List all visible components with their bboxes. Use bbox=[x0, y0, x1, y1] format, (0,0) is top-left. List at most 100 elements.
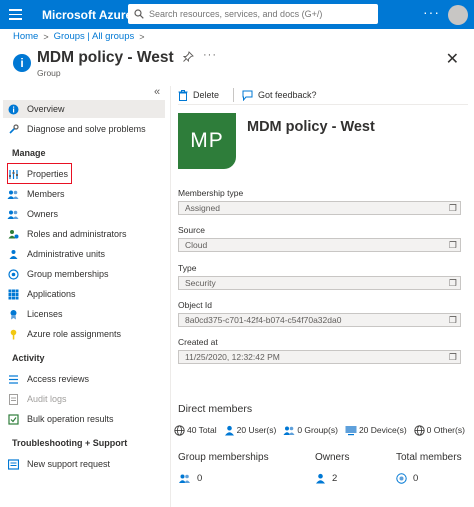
search-input[interactable] bbox=[149, 9, 369, 19]
object-id-field[interactable]: 8a0cd375-c701-42f4-b074-c54f70a32da0 ❐ bbox=[178, 313, 461, 327]
sidebar-item-new-support-request[interactable]: New support request bbox=[7, 455, 165, 473]
delete-button[interactable]: Delete bbox=[178, 89, 220, 101]
header-more-icon[interactable]: ··· bbox=[203, 49, 217, 61]
created-at-label: Created at bbox=[178, 337, 218, 347]
total-members-icon bbox=[396, 473, 407, 484]
source-label: Source bbox=[178, 225, 205, 235]
sidebar-item-licenses[interactable]: Licenses bbox=[7, 305, 165, 323]
sidebar-item-admin-units[interactable]: Administrative units bbox=[7, 245, 165, 263]
breadcrumb-groups[interactable]: Groups | All groups bbox=[54, 31, 135, 42]
info-icon bbox=[7, 103, 19, 115]
sidebar-item-label: Access reviews bbox=[27, 374, 90, 384]
globe-icon bbox=[174, 424, 185, 436]
sidebar-item-label: Diagnose and solve problems bbox=[27, 124, 146, 134]
sidebar: « Overview Diagnose and solve problems M… bbox=[0, 86, 168, 507]
delete-label: Delete bbox=[193, 90, 220, 100]
collapse-sidebar-icon[interactable]: « bbox=[154, 86, 160, 98]
copy-icon[interactable]: ❐ bbox=[449, 240, 457, 251]
section-troubleshooting: Troubleshooting + Support bbox=[12, 438, 128, 448]
sidebar-item-label: Bulk operation results bbox=[27, 414, 114, 424]
sidebar-item-audit-logs[interactable]: Audit logs bbox=[7, 390, 165, 408]
sidebar-item-group-memberships[interactable]: Group memberships bbox=[7, 265, 165, 283]
access-reviews-icon bbox=[7, 373, 19, 385]
sidebar-item-applications[interactable]: Applications bbox=[7, 285, 165, 303]
search-icon bbox=[134, 9, 144, 19]
count-others-text: 0 Other(s) bbox=[426, 425, 465, 435]
membership-type-field[interactable]: Assigned ❐ bbox=[178, 201, 461, 215]
global-search[interactable] bbox=[128, 4, 378, 24]
sidebar-item-diagnose[interactable]: Diagnose and solve problems bbox=[7, 120, 165, 138]
sidebar-item-members[interactable]: Members bbox=[7, 185, 165, 203]
copy-icon[interactable]: ❐ bbox=[449, 203, 457, 214]
created-at-field[interactable]: 11/25/2020, 12:32:42 PM ❐ bbox=[178, 350, 461, 364]
count-others[interactable]: 0 Other(s) bbox=[414, 424, 465, 436]
count-users[interactable]: 20 User(s) bbox=[224, 425, 276, 436]
sidebar-item-label: Roles and administrators bbox=[27, 229, 127, 239]
section-activity: Activity bbox=[12, 353, 45, 363]
account-avatar[interactable] bbox=[448, 5, 468, 25]
sidebar-item-access-reviews[interactable]: Access reviews bbox=[7, 370, 165, 388]
sidebar-item-label: Licenses bbox=[27, 309, 63, 319]
object-id-value: 8a0cd375-c701-42f4-b074-c54f70a32da0 bbox=[185, 315, 342, 325]
sidebar-item-label: Applications bbox=[27, 289, 76, 299]
membership-type-label: Membership type bbox=[178, 188, 244, 198]
key-icon bbox=[7, 328, 19, 340]
sidebar-item-label: Audit logs bbox=[27, 394, 67, 404]
more-options-icon[interactable]: ··· bbox=[423, 4, 440, 20]
azure-top-bar: Microsoft Azure ··· bbox=[0, 0, 474, 29]
user-icon bbox=[316, 473, 325, 484]
sidebar-item-roles[interactable]: Roles and administrators bbox=[7, 225, 165, 243]
created-at-value: 11/25/2020, 12:32:42 PM bbox=[185, 352, 280, 362]
count-total[interactable]: 40 Total bbox=[174, 424, 217, 436]
portal-brand[interactable]: Microsoft Azure bbox=[42, 8, 132, 22]
licenses-icon bbox=[7, 308, 19, 320]
source-field[interactable]: Cloud ❐ bbox=[178, 238, 461, 252]
sidebar-item-label: New support request bbox=[27, 459, 111, 469]
trash-icon bbox=[178, 89, 188, 101]
members-icon bbox=[7, 188, 19, 200]
applications-icon bbox=[7, 288, 19, 300]
sidebar-item-label: Administrative units bbox=[27, 249, 106, 259]
command-bar: Delete Got feedback? bbox=[178, 86, 468, 104]
count-groups[interactable]: 0 Group(s) bbox=[283, 425, 338, 436]
feedback-icon bbox=[242, 90, 253, 101]
sidebar-item-label: Group memberships bbox=[27, 269, 109, 279]
sidebar-item-bulk-operation-results[interactable]: Bulk operation results bbox=[7, 410, 165, 428]
page-header: i MDM policy - West Group ··· ✕ bbox=[13, 49, 463, 81]
count-devices-text: 20 Device(s) bbox=[358, 425, 407, 435]
count-devices[interactable]: 20 Device(s) bbox=[345, 425, 407, 436]
sidebar-item-label: Overview bbox=[27, 104, 65, 114]
stat-owners[interactable]: Owners 2 bbox=[315, 452, 349, 484]
copy-icon[interactable]: ❐ bbox=[449, 278, 457, 289]
count-groups-text: 0 Group(s) bbox=[297, 425, 338, 435]
group-name: MDM policy - West bbox=[247, 119, 375, 135]
owners-icon bbox=[7, 208, 19, 220]
group-initials-tile: MP bbox=[178, 113, 236, 169]
breadcrumb-home[interactable]: Home bbox=[13, 31, 38, 42]
pin-icon[interactable] bbox=[183, 51, 194, 62]
stat-value: 0 bbox=[197, 473, 203, 484]
close-icon[interactable]: ✕ bbox=[446, 49, 459, 69]
group-memberships-icon bbox=[7, 268, 19, 280]
group-info-icon: i bbox=[13, 54, 31, 72]
copy-icon[interactable]: ❐ bbox=[449, 315, 457, 326]
sidebar-item-azure-role-assignments[interactable]: Azure role assignments bbox=[7, 325, 165, 343]
sidebar-item-label: Owners bbox=[27, 209, 59, 219]
sidebar-item-label: Members bbox=[27, 189, 65, 199]
hamburger-menu-icon[interactable] bbox=[0, 0, 30, 29]
properties-highlight-box bbox=[7, 163, 72, 184]
breadcrumb-separator-icon: > bbox=[139, 31, 145, 42]
copy-icon[interactable]: ❐ bbox=[449, 352, 457, 363]
type-field[interactable]: Security ❐ bbox=[178, 276, 461, 290]
support-icon bbox=[7, 458, 19, 470]
roles-icon bbox=[7, 228, 19, 240]
feedback-button[interactable]: Got feedback? bbox=[242, 90, 317, 101]
object-id-label: Object Id bbox=[178, 300, 213, 310]
stat-label: Owners bbox=[315, 452, 350, 463]
sidebar-item-overview[interactable]: Overview bbox=[3, 100, 165, 118]
stat-group-memberships[interactable]: Group memberships 0 bbox=[178, 452, 269, 484]
stat-total-members[interactable]: Total members 0 bbox=[396, 452, 462, 484]
globe-icon bbox=[414, 424, 425, 436]
sidebar-item-owners[interactable]: Owners bbox=[7, 205, 165, 223]
sidebar-item-label: Azure role assignments bbox=[27, 329, 122, 339]
